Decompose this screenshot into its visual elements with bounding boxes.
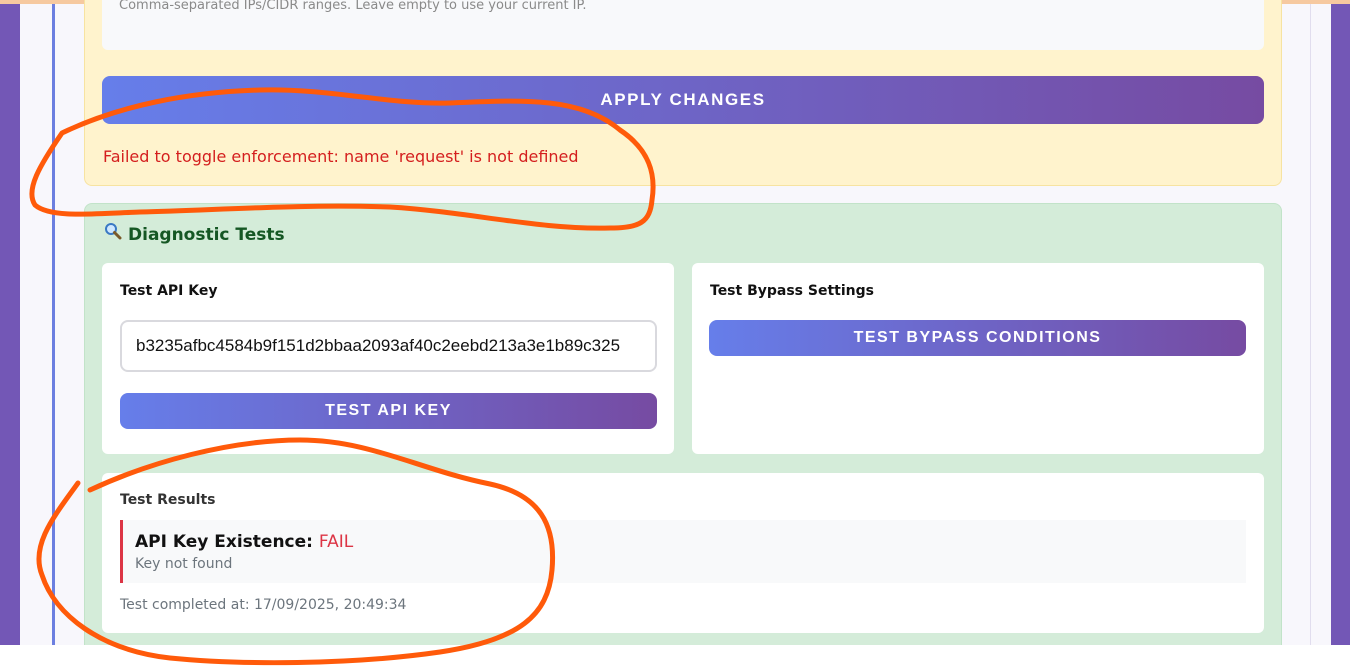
magnifying-glass-icon <box>104 222 122 245</box>
api-key-input[interactable]: b3235afbc4584b9f151d2bbaa2093af40c2eebd2… <box>120 320 657 372</box>
test-bypass-title: Test Bypass Settings <box>710 283 874 299</box>
diagnostics-title: Diagnostic Tests <box>104 222 285 245</box>
ip-help-text: Comma-separated IPs/CIDR ranges. Leave e… <box>119 0 587 13</box>
result-name: API Key Existence: FAIL <box>135 532 353 552</box>
left-accent-bar <box>52 4 55 645</box>
result-label: API Key Existence: <box>135 532 313 552</box>
apply-changes-button[interactable]: APPLY CHANGES <box>102 76 1264 124</box>
diagnostics-title-text: Diagnostic Tests <box>128 225 285 245</box>
test-result-item: API Key Existence: FAIL Key not found <box>120 520 1246 583</box>
allowed-ips-field[interactable]: Comma-separated IPs/CIDR ranges. Leave e… <box>102 0 1264 50</box>
error-message: Failed to toggle enforcement: name 'requ… <box>103 147 579 166</box>
test-completed-timestamp: Test completed at: 17/09/2025, 20:49:34 <box>120 597 407 613</box>
result-status: FAIL <box>318 532 354 552</box>
bottom-band <box>0 645 1350 671</box>
result-detail: Key not found <box>135 556 233 572</box>
test-results-title: Test Results <box>120 492 216 508</box>
right-divider <box>1310 4 1311 645</box>
test-api-key-button[interactable]: TEST API KEY <box>120 393 657 429</box>
test-bypass-button[interactable]: TEST BYPASS CONDITIONS <box>709 320 1246 356</box>
test-api-key-title: Test API Key <box>120 283 218 299</box>
